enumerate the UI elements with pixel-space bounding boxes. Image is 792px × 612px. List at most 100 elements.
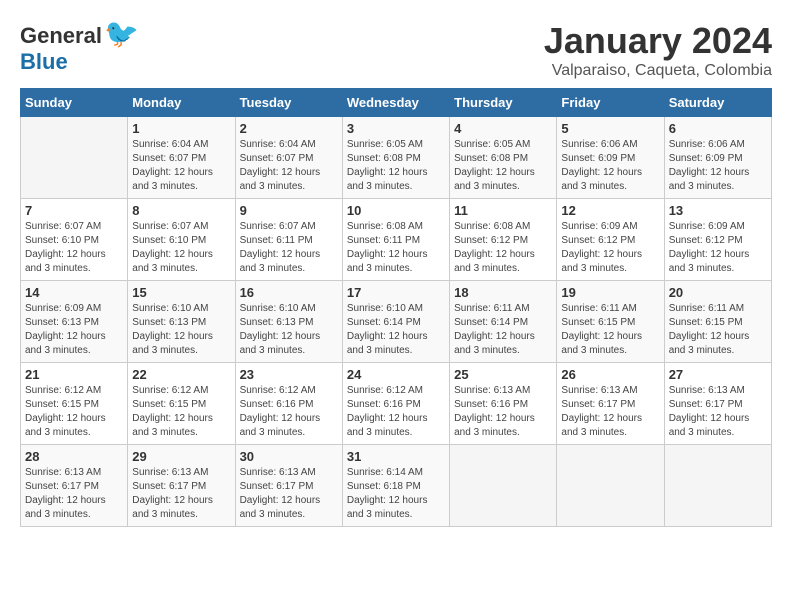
day-info: Sunrise: 6:09 AM Sunset: 6:13 PM Dayligh…: [25, 302, 123, 358]
calendar-cell: 27 Sunrise: 6:13 AM Sunset: 6:17 PM Dayli…: [664, 363, 771, 445]
day-info: Sunrise: 6:10 AM Sunset: 6:13 PM Dayligh…: [132, 302, 230, 358]
day-number: 18: [454, 285, 552, 300]
logo: General🐦 Blue: [20, 20, 139, 75]
title-section: January 2024 Valparaiso, Caqueta, Colomb…: [544, 20, 772, 80]
day-number: 12: [561, 203, 659, 218]
day-number: 3: [347, 121, 445, 136]
day-info: Sunrise: 6:12 AM Sunset: 6:15 PM Dayligh…: [25, 384, 123, 440]
header-monday: Monday: [128, 89, 235, 117]
calendar-cell: 10 Sunrise: 6:08 AM Sunset: 6:11 PM Dayli…: [342, 199, 449, 281]
calendar-table: Sunday Monday Tuesday Wednesday Thursday…: [20, 88, 772, 527]
day-info: Sunrise: 6:12 AM Sunset: 6:15 PM Dayligh…: [132, 384, 230, 440]
calendar-cell: 19 Sunrise: 6:11 AM Sunset: 6:15 PM Dayli…: [557, 281, 664, 363]
header-friday: Friday: [557, 89, 664, 117]
logo-blue: Blue: [20, 49, 68, 74]
day-number: 27: [669, 367, 767, 382]
day-info: Sunrise: 6:12 AM Sunset: 6:16 PM Dayligh…: [347, 384, 445, 440]
day-info: Sunrise: 6:04 AM Sunset: 6:07 PM Dayligh…: [240, 138, 338, 194]
day-number: 9: [240, 203, 338, 218]
logo-bird-icon: 🐦: [104, 18, 139, 49]
calendar-cell: 25Sunrise: 6:13 AM Sunset: 6:16 PM Dayli…: [450, 363, 557, 445]
day-number: 30: [240, 449, 338, 464]
calendar-cell: [664, 445, 771, 527]
calendar-body: 1 Sunrise: 6:04 AM Sunset: 6:07 PM Daylig…: [21, 117, 772, 527]
day-number: 31: [347, 449, 445, 464]
day-number: 14: [25, 285, 123, 300]
day-number: 19: [561, 285, 659, 300]
day-info: Sunrise: 6:08 AM Sunset: 6:11 PM Dayligh…: [347, 220, 445, 276]
calendar-cell: 4Sunrise: 6:05 AM Sunset: 6:08 PM Daylig…: [450, 117, 557, 199]
logo-general: General: [20, 23, 102, 48]
day-info: Sunrise: 6:07 AM Sunset: 6:10 PM Dayligh…: [132, 220, 230, 276]
calendar-cell: 23 Sunrise: 6:12 AM Sunset: 6:16 PM Dayli…: [235, 363, 342, 445]
header-saturday: Saturday: [664, 89, 771, 117]
day-number: 28: [25, 449, 123, 464]
calendar-cell: 16Sunrise: 6:10 AM Sunset: 6:13 PM Dayli…: [235, 281, 342, 363]
header-tuesday: Tuesday: [235, 89, 342, 117]
day-number: 13: [669, 203, 767, 218]
day-number: 22: [132, 367, 230, 382]
day-number: 29: [132, 449, 230, 464]
calendar-cell: 11Sunrise: 6:08 AM Sunset: 6:12 PM Dayli…: [450, 199, 557, 281]
day-number: 24: [347, 367, 445, 382]
calendar-week-2: 7Sunrise: 6:07 AM Sunset: 6:10 PM Daylig…: [21, 199, 772, 281]
day-info: Sunrise: 6:09 AM Sunset: 6:12 PM Dayligh…: [669, 220, 767, 276]
calendar-cell: 12 Sunrise: 6:09 AM Sunset: 6:12 PM Dayli…: [557, 199, 664, 281]
day-info: Sunrise: 6:11 AM Sunset: 6:14 PM Dayligh…: [454, 302, 552, 358]
day-info: Sunrise: 6:13 AM Sunset: 6:17 PM Dayligh…: [561, 384, 659, 440]
calendar-cell: 3 Sunrise: 6:05 AM Sunset: 6:08 PM Daylig…: [342, 117, 449, 199]
header-row: Sunday Monday Tuesday Wednesday Thursday…: [21, 89, 772, 117]
day-number: 2: [240, 121, 338, 136]
month-title: January 2024: [544, 20, 772, 62]
calendar-cell: 24 Sunrise: 6:12 AM Sunset: 6:16 PM Dayli…: [342, 363, 449, 445]
calendar-cell: 1 Sunrise: 6:04 AM Sunset: 6:07 PM Daylig…: [128, 117, 235, 199]
calendar-cell: [450, 445, 557, 527]
day-info: Sunrise: 6:13 AM Sunset: 6:17 PM Dayligh…: [132, 466, 230, 522]
day-info: Sunrise: 6:13 AM Sunset: 6:17 PM Dayligh…: [240, 466, 338, 522]
day-number: 10: [347, 203, 445, 218]
day-number: 26: [561, 367, 659, 382]
calendar-header: Sunday Monday Tuesday Wednesday Thursday…: [21, 89, 772, 117]
day-number: 1: [132, 121, 230, 136]
day-number: 15: [132, 285, 230, 300]
calendar-cell: 29 Sunrise: 6:13 AM Sunset: 6:17 PM Dayli…: [128, 445, 235, 527]
day-number: 17: [347, 285, 445, 300]
day-info: Sunrise: 6:09 AM Sunset: 6:12 PM Dayligh…: [561, 220, 659, 276]
calendar-cell: 5 Sunrise: 6:06 AM Sunset: 6:09 PM Daylig…: [557, 117, 664, 199]
calendar-cell: [21, 117, 128, 199]
day-number: 6: [669, 121, 767, 136]
header-sunday: Sunday: [21, 89, 128, 117]
day-number: 23: [240, 367, 338, 382]
day-info: Sunrise: 6:12 AM Sunset: 6:16 PM Dayligh…: [240, 384, 338, 440]
calendar-cell: 6Sunrise: 6:06 AM Sunset: 6:09 PM Daylig…: [664, 117, 771, 199]
calendar-cell: 2 Sunrise: 6:04 AM Sunset: 6:07 PM Daylig…: [235, 117, 342, 199]
page-header: General🐦 Blue January 2024 Valparaiso, C…: [20, 20, 772, 80]
location-subtitle: Valparaiso, Caqueta, Colombia: [544, 62, 772, 80]
calendar-cell: 21 Sunrise: 6:12 AM Sunset: 6:15 PM Dayli…: [21, 363, 128, 445]
calendar-cell: [557, 445, 664, 527]
calendar-cell: 20Sunrise: 6:11 AM Sunset: 6:15 PM Dayli…: [664, 281, 771, 363]
day-info: Sunrise: 6:13 AM Sunset: 6:17 PM Dayligh…: [25, 466, 123, 522]
calendar-cell: 30 Sunrise: 6:13 AM Sunset: 6:17 PM Dayli…: [235, 445, 342, 527]
day-number: 11: [454, 203, 552, 218]
calendar-cell: 28 Sunrise: 6:13 AM Sunset: 6:17 PM Dayli…: [21, 445, 128, 527]
calendar-cell: 15 Sunrise: 6:10 AM Sunset: 6:13 PM Dayli…: [128, 281, 235, 363]
day-info: Sunrise: 6:07 AM Sunset: 6:10 PM Dayligh…: [25, 220, 123, 276]
day-number: 21: [25, 367, 123, 382]
day-info: Sunrise: 6:04 AM Sunset: 6:07 PM Dayligh…: [132, 138, 230, 194]
calendar-cell: 26 Sunrise: 6:13 AM Sunset: 6:17 PM Dayli…: [557, 363, 664, 445]
day-info: Sunrise: 6:10 AM Sunset: 6:14 PM Dayligh…: [347, 302, 445, 358]
calendar-cell: 8 Sunrise: 6:07 AM Sunset: 6:10 PM Daylig…: [128, 199, 235, 281]
day-number: 16: [240, 285, 338, 300]
calendar-week-5: 28 Sunrise: 6:13 AM Sunset: 6:17 PM Dayli…: [21, 445, 772, 527]
calendar-week-3: 14 Sunrise: 6:09 AM Sunset: 6:13 PM Dayli…: [21, 281, 772, 363]
day-info: Sunrise: 6:13 AM Sunset: 6:17 PM Dayligh…: [669, 384, 767, 440]
calendar-cell: 18 Sunrise: 6:11 AM Sunset: 6:14 PM Dayli…: [450, 281, 557, 363]
day-info: Sunrise: 6:11 AM Sunset: 6:15 PM Dayligh…: [561, 302, 659, 358]
day-info: Sunrise: 6:07 AM Sunset: 6:11 PM Dayligh…: [240, 220, 338, 276]
day-info: Sunrise: 6:05 AM Sunset: 6:08 PM Dayligh…: [347, 138, 445, 194]
day-info: Sunrise: 6:06 AM Sunset: 6:09 PM Dayligh…: [561, 138, 659, 194]
day-info: Sunrise: 6:13 AM Sunset: 6:16 PM Dayligh…: [454, 384, 552, 440]
day-number: 5: [561, 121, 659, 136]
day-number: 8: [132, 203, 230, 218]
